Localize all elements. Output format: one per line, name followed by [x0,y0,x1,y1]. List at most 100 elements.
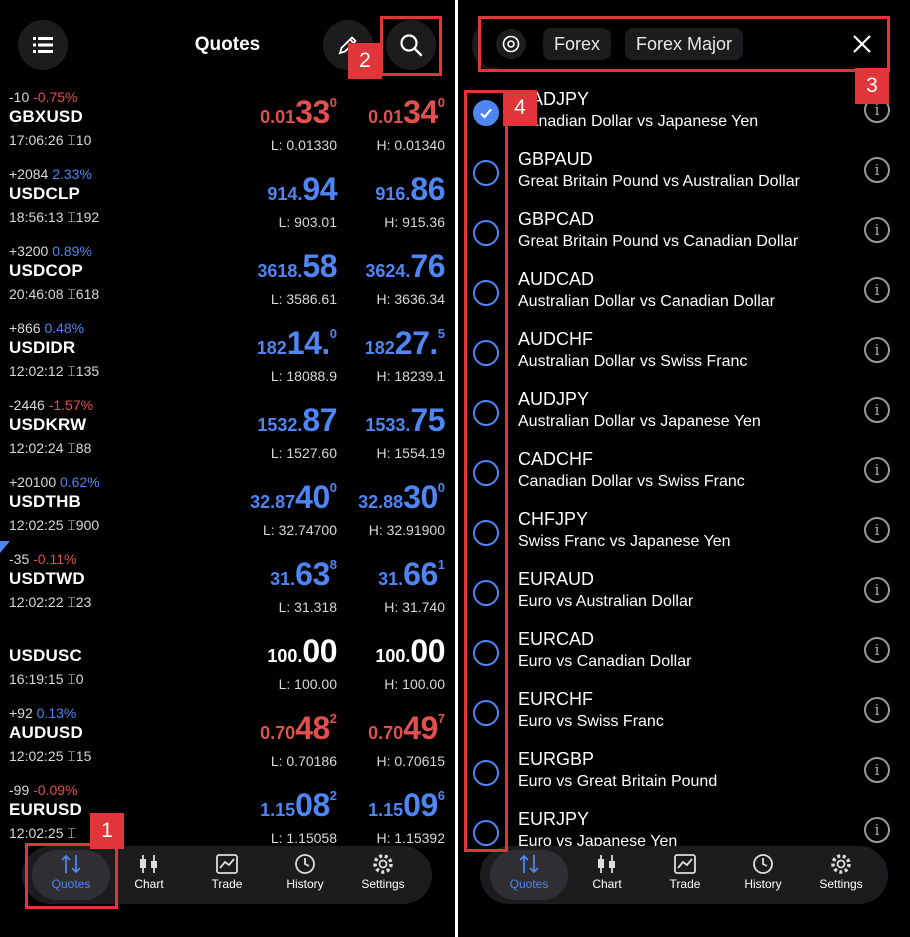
ask-price[interactable]: 1.15096 [368,787,445,824]
highlight-checkbox-column [464,90,508,852]
nav-tab-trade[interactable]: Trade [646,850,724,900]
symbol-name: EURCHF [518,689,593,709]
high-value: H: 1554.19 [376,445,446,461]
info-icon[interactable]: i [864,337,890,363]
price-small: 3624. [365,261,411,281]
bid-price[interactable]: 914.94 [267,171,337,208]
price-small: 31. [378,569,404,589]
ask-price[interactable]: 0.01340 [368,94,445,131]
symbol-name: GBPAUD [518,149,593,169]
symbol-name: EURJPY [518,809,590,829]
symbol-row[interactable]: AUDCAD Australian Dollar vs Canadian Doll… [458,260,910,320]
nav-tab-settings[interactable]: Settings [344,850,422,900]
change-percent: -0.11% [33,551,77,567]
symbol-description: Great Britain Pound vs Canadian Dollar [518,233,799,250]
low-value: L: 31.318 [278,599,337,615]
ask-price[interactable]: 31.661 [378,556,445,593]
price-small: 1.15 [368,800,404,820]
ask-price[interactable]: 32.88300 [358,479,445,516]
nav-tab-history[interactable]: History [724,850,802,900]
quote-row[interactable]: +3200 0.89% USDCOP 20:46:08 ⌶618 3618.58 362… [0,239,455,316]
highlight-quotes-tab [25,843,118,909]
quote-time: 16:19:15 ⌶0 [9,671,84,687]
page-title: Quotes [194,34,261,55]
info-icon[interactable]: i [864,757,890,783]
bid-price[interactable]: 1.15082 [260,787,337,824]
info-icon[interactable]: i [864,697,890,723]
quote-row[interactable]: -2446 -1.57% USDKRW 12:02:24 ⌶88 1532.87 153… [0,393,455,470]
symbol-description: Australian Dollar vs Canadian Dollar [518,293,776,310]
nav-tab-chart[interactable]: Chart [568,850,646,900]
symbol-name: EURUSD [9,800,82,819]
symbol-row[interactable]: CADCHF Canadian Dollar vs Swiss Franc i [458,440,910,500]
info-icon[interactable]: i [864,217,890,243]
bid-price[interactable]: 32.87400 [250,479,337,516]
bid-price[interactable]: 31.638 [270,556,337,593]
change-line: +866 0.48% [9,320,84,336]
info-icon[interactable]: i [864,277,890,303]
info-icon[interactable]: i [864,397,890,423]
bid-price[interactable]: 100.00 [267,633,337,670]
bid-price[interactable]: 1532.87 [257,402,337,439]
info-icon[interactable]: i [864,817,890,843]
nav-tab-trade[interactable]: Trade [188,850,266,900]
symbol-row[interactable]: EURGBP Euro vs Great Britain Pound i [458,740,910,800]
info-icon[interactable]: i [864,577,890,603]
price-small: 31. [270,569,296,589]
change-points: -35 [9,551,30,567]
price-sup: 0 [437,480,445,495]
symbol-row[interactable]: CHFJPY Swiss Franc vs Japanese Yen i [458,500,910,560]
bid-price[interactable]: 0.70482 [260,710,337,747]
ask-price[interactable]: 916.86 [375,171,445,208]
high-value: H: 0.01340 [376,137,446,153]
quote-row[interactable]: +92 0.13% AUDUSD 12:02:25 ⌶15 0.70482 0.7049… [0,701,455,778]
ask-price[interactable]: 18227.5 [365,325,445,362]
symbol-name: AUDCHF [518,329,593,349]
high-value: H: 3636.34 [376,291,446,307]
change-points: +20100 [9,474,57,490]
change-percent: 0.89% [52,243,92,259]
quote-time: 18:56:13 ⌶192 [9,209,100,225]
symbol-row[interactable]: EURAUD Euro vs Australian Dollar i [458,560,910,620]
info-icon[interactable]: i [864,457,890,483]
menu-button[interactable] [18,20,68,70]
annotation-badge-3: 3 [855,68,889,104]
symbol-row[interactable]: GBPAUD Great Britain Pound vs Australian … [458,140,910,200]
quote-time: 17:06:26 ⌶10 [9,132,92,148]
quote-row[interactable]: USDUSC 16:19:15 ⌶0 100.00 100.00 L: 100.00 H:… [0,624,455,701]
nav-tab-settings[interactable]: Settings [802,850,880,900]
quote-row[interactable]: -10 -0.75% GBXUSD 17:06:26 ⌶10 0.01330 0.013… [0,85,455,162]
bid-price[interactable]: 3618.58 [257,248,337,285]
symbol-row[interactable]: AUDCHF Australian Dollar vs Swiss Franc i [458,320,910,380]
symbol-row[interactable]: EURCAD Euro vs Canadian Dollar i [458,620,910,680]
info-icon[interactable]: i [864,517,890,543]
symbol-row[interactable]: EURCHF Euro vs Swiss Franc i [458,680,910,740]
quotes-screen: Quotes -10 -0.75% GBXUSD 17:06:26 ⌶10 0.013… [0,0,455,937]
price-big: 58 [302,248,337,284]
quote-row[interactable]: +866 0.48% USDIDR 12:02:12 ⌶135 18214.0 1822… [0,316,455,393]
quote-time: 20:46:08 ⌶618 [9,286,100,302]
nav-tab-chart[interactable]: Chart [110,850,188,900]
nav-tab-history[interactable]: History [266,850,344,900]
ask-price[interactable]: 100.00 [375,633,445,670]
symbol-description: Canadian Dollar vs Swiss Franc [518,473,745,490]
quote-row[interactable]: +20100 0.62% USDTHB 12:02:25 ⌶900 32.87400 3… [0,470,455,547]
low-value: L: 1527.60 [270,445,337,461]
change-line: -99 -0.09% [9,782,77,798]
symbol-name: USDIDR [9,338,76,357]
ask-price[interactable]: 1533.75 [365,402,445,439]
change-points: +866 [9,320,41,336]
info-icon[interactable]: i [864,637,890,663]
ask-price[interactable]: 0.70497 [368,710,445,747]
annotation-badge-4: 4 [503,90,537,126]
nav-tab-quotes[interactable]: Quotes [490,850,568,900]
symbol-row[interactable]: AUDJPY Australian Dollar vs Japanese Yen i [458,380,910,440]
quote-row[interactable]: +2084 2.33% USDCLP 18:56:13 ⌶192 914.94 916.… [0,162,455,239]
ask-price[interactable]: 3624.76 [365,248,445,285]
info-icon[interactable]: i [864,157,890,183]
symbol-row[interactable]: GBPCAD Great Britain Pound vs Canadian Do… [458,200,910,260]
quote-row[interactable]: -35 -0.11% USDTWD 12:02:22 ⌶23 31.638 31.661… [0,547,455,624]
bid-price[interactable]: 0.01330 [260,94,337,131]
price-sup: 0 [329,95,337,110]
bid-price[interactable]: 18214.0 [257,325,337,362]
